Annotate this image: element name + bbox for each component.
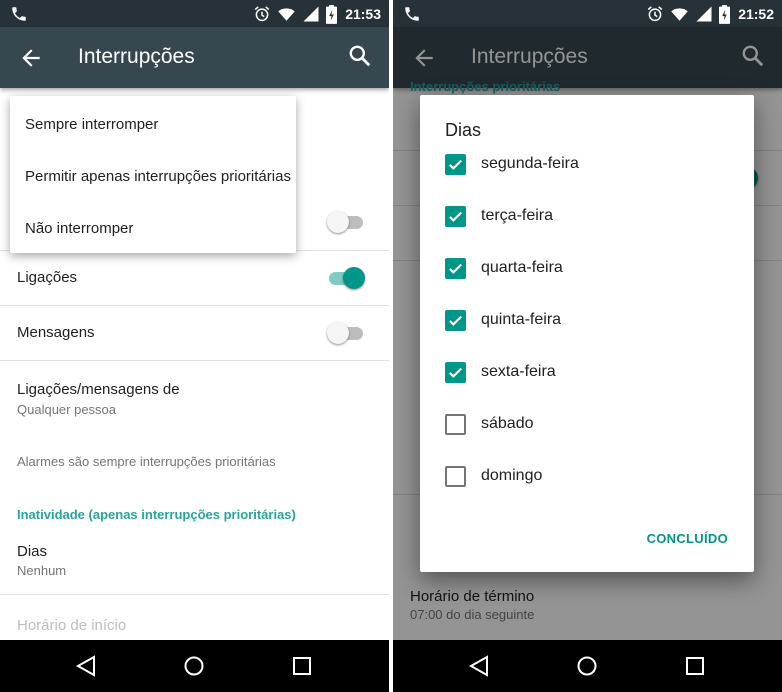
checkbox-checked[interactable]: [445, 258, 466, 279]
day-label: sexta-feira: [481, 363, 556, 380]
check-icon: [449, 367, 462, 378]
alarm-icon: [254, 6, 270, 22]
nav-back-icon[interactable]: [468, 655, 490, 677]
nav-home-icon[interactable]: [183, 655, 205, 677]
menu-item-apenas-prioritarias[interactable]: Permitir apenas interrupções prioritária…: [25, 168, 291, 185]
battery-icon: [719, 4, 731, 24]
day-label: quarta-feira: [481, 259, 563, 276]
dialog-title: Dias: [445, 120, 482, 140]
day-option[interactable]: sábado: [445, 410, 735, 440]
status-time: 21:53: [345, 6, 381, 22]
day-label: sábado: [481, 415, 534, 432]
status-bar: 21:53: [0, 0, 389, 27]
navigation-bar: [0, 640, 389, 692]
ligacoes-mensagens-de-row[interactable]: Ligações/mensagens de Qualquer pessoa: [0, 361, 389, 429]
horario-inicio-row: Horário de início: [0, 595, 389, 640]
ligacoes-toggle[interactable]: [327, 266, 365, 290]
horario-inicio-label: Horário de início: [17, 617, 127, 634]
day-label: segunda-feira: [481, 155, 579, 172]
phone-icon: [405, 7, 419, 21]
day-option[interactable]: sexta-feira: [445, 358, 735, 388]
toggle-thumb: [327, 322, 349, 344]
nav-home-icon[interactable]: [576, 655, 598, 677]
alarms-note: Alarmes são sempre interrupções prioritá…: [17, 454, 276, 469]
right-phone-screen: 21:52 Interrupções Interrupções prioritá…: [393, 0, 782, 692]
nav-recent-icon[interactable]: [684, 655, 706, 677]
checkbox-checked[interactable]: [445, 362, 466, 383]
days-dialog: Dias segunda-feira terça-feira quarta-feir…: [420, 95, 754, 572]
day-label: terça-feira: [481, 207, 554, 224]
concluido-button[interactable]: CONCLUÍDO: [647, 531, 728, 546]
nav-back-icon[interactable]: [75, 655, 97, 677]
wifi-icon: [278, 8, 295, 21]
eventos-toggle[interactable]: [327, 210, 365, 234]
interruptions-dropdown-menu: Sempre interromper Permitir apenas inter…: [10, 96, 296, 253]
ligacoes-label: Ligações: [17, 269, 78, 286]
left-phone-screen: 21:53 Interrupções Ligações Mensagens Li…: [0, 0, 389, 692]
ligacoes-mensagens-de-value: Qualquer pessoa: [17, 402, 117, 417]
status-bar: 21:52: [393, 0, 782, 27]
menu-item-nao-interromper[interactable]: Não interromper: [25, 220, 133, 237]
check-icon: [449, 159, 462, 170]
day-option[interactable]: domingo: [445, 462, 735, 492]
toggle-thumb: [343, 267, 365, 289]
ligacoes-mensagens-de-label: Ligações/mensagens de: [17, 381, 180, 398]
checkbox-checked[interactable]: [445, 206, 466, 227]
mensagens-label: Mensagens: [17, 324, 95, 341]
day-label: quinta-feira: [481, 311, 562, 328]
back-arrow-icon[interactable]: [18, 45, 44, 71]
phone-icon: [12, 7, 26, 21]
mensagens-toggle[interactable]: [327, 321, 365, 345]
search-icon[interactable]: [347, 43, 373, 69]
check-icon: [449, 263, 462, 274]
day-option[interactable]: quinta-feira: [445, 306, 735, 336]
check-icon: [449, 315, 462, 326]
page-title: Interrupções: [78, 45, 195, 68]
nav-recent-icon[interactable]: [291, 655, 313, 677]
day-option[interactable]: terça-feira: [445, 202, 735, 232]
navigation-bar: [393, 640, 782, 692]
wifi-icon: [671, 8, 688, 21]
menu-item-sempre-interromper[interactable]: Sempre interromper: [25, 116, 158, 133]
dias-row[interactable]: Dias Nenhum: [0, 528, 389, 594]
checkbox-unchecked[interactable]: [445, 414, 466, 435]
checkbox-checked[interactable]: [445, 154, 466, 175]
dias-label: Dias: [17, 543, 48, 560]
signal-icon: [303, 6, 319, 22]
check-icon: [449, 211, 462, 222]
signal-icon: [696, 6, 712, 22]
alarm-icon: [647, 6, 663, 22]
day-option[interactable]: quarta-feira: [445, 254, 735, 284]
checkbox-unchecked[interactable]: [445, 466, 466, 487]
toggle-thumb: [327, 211, 349, 233]
battery-icon: [326, 4, 338, 24]
section-header-inatividade: Inatividade (apenas interrupções priorit…: [17, 507, 296, 522]
checkbox-checked[interactable]: [445, 310, 466, 331]
day-option[interactable]: segunda-feira: [445, 150, 735, 180]
day-label: domingo: [481, 467, 543, 484]
status-time: 21:52: [738, 6, 774, 22]
dias-value: Nenhum: [17, 563, 67, 578]
app-bar: Interrupções: [0, 27, 389, 88]
